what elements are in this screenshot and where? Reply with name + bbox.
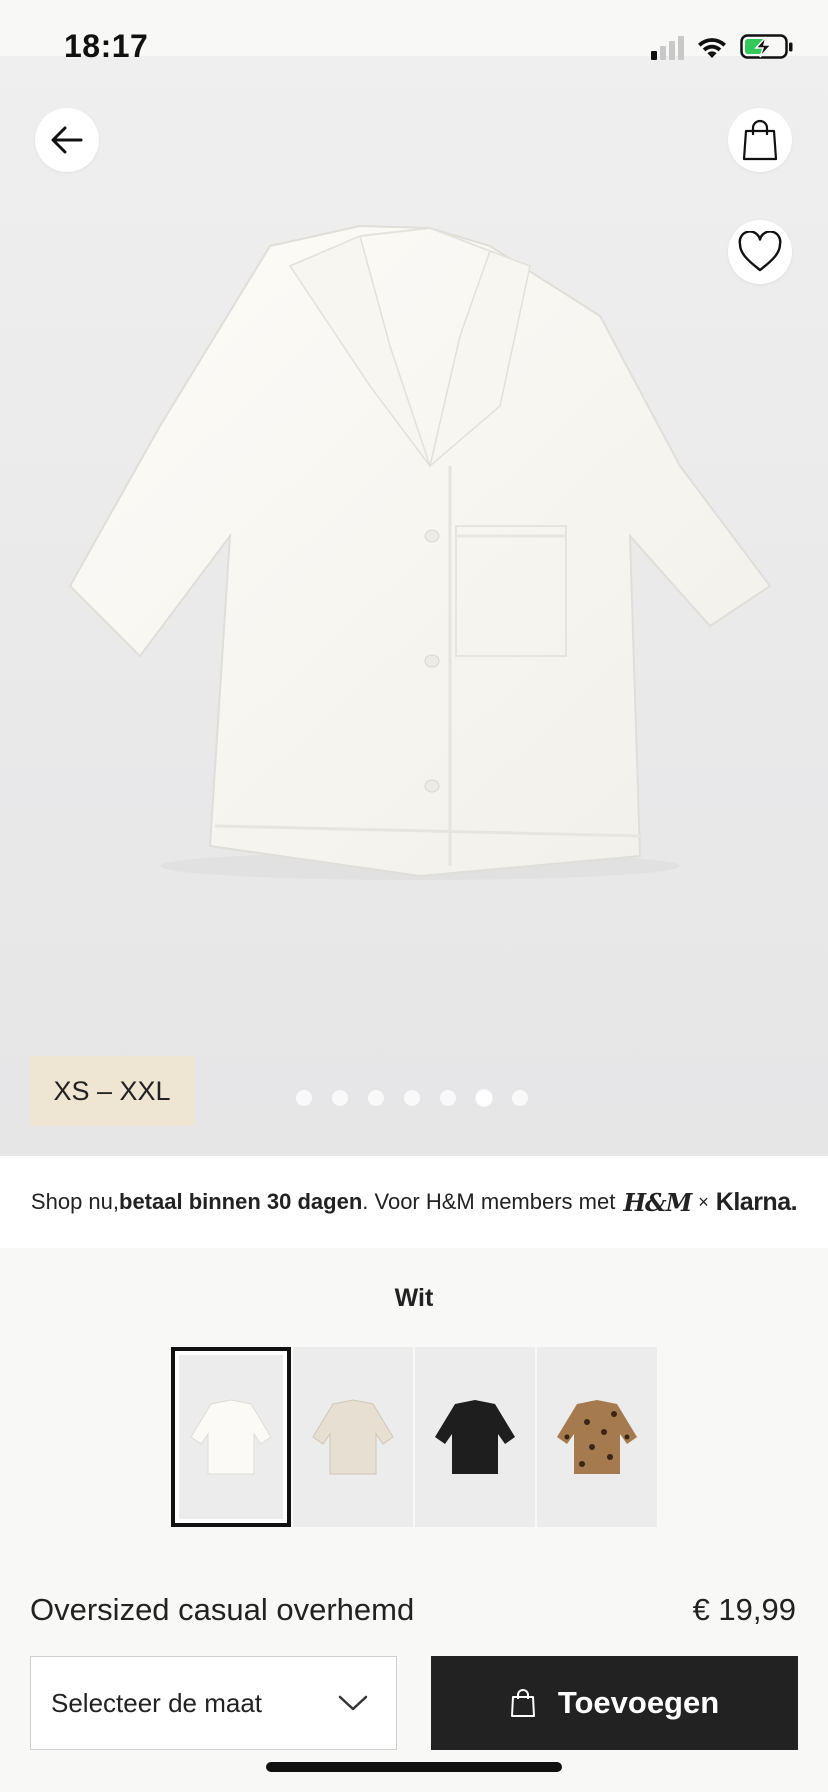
shopping-bag-icon: [510, 1689, 535, 1717]
selected-color-name: Wit: [394, 1284, 434, 1312]
size-select-dropdown[interactable]: Selecteer de maat: [30, 1656, 397, 1750]
status-time: 18:17: [64, 28, 149, 64]
carousel-dot-active[interactable]: [476, 1090, 492, 1106]
product-name: Oversized casual overhemd: [30, 1592, 415, 1627]
chevron-down-icon: [338, 1695, 368, 1711]
promo-bold: betaal binnen 30 dagen: [119, 1189, 363, 1214]
carousel-indicator[interactable]: [296, 1090, 528, 1106]
color-swatch-black[interactable]: [415, 1347, 535, 1527]
carousel-dot[interactable]: [404, 1090, 420, 1106]
shopping-bag-button[interactable]: [728, 108, 792, 172]
color-swatch-beige[interactable]: [293, 1347, 413, 1527]
battery-charging-icon: [740, 34, 793, 59]
promo-times: ×: [698, 1191, 709, 1212]
size-range-badge: XS – XXL: [30, 1056, 194, 1126]
product-image-gallery[interactable]: XS – XXL: [0, 56, 828, 1156]
klarna-logo: Klarna.: [715, 1187, 798, 1216]
wifi-icon: [698, 38, 726, 58]
carousel-dot[interactable]: [332, 1090, 348, 1106]
color-swatches: [171, 1347, 657, 1527]
status-icons: [651, 34, 794, 60]
home-indicator[interactable]: [266, 1762, 562, 1772]
hm-logo: H&M: [623, 1187, 692, 1217]
add-to-bag-label: Toevoegen: [557, 1685, 720, 1720]
carousel-dot[interactable]: [296, 1090, 312, 1106]
carousel-dot[interactable]: [440, 1090, 456, 1106]
promo-lead: Shop nu,: [30, 1189, 119, 1214]
status-bar: 18:17: [0, 0, 828, 64]
arrow-left-icon: [51, 126, 83, 154]
color-swatch-leopard[interactable]: [537, 1347, 657, 1527]
color-swatch-white[interactable]: [171, 1347, 291, 1527]
product-photo: [60, 206, 780, 926]
klarna-promo-banner[interactable]: Shop nu, betaal binnen 30 dagen. Voor H&…: [0, 1156, 828, 1248]
back-button[interactable]: [35, 108, 99, 172]
cellular-signal-icon: [651, 36, 684, 60]
size-select-label: Selecteer de maat: [51, 1687, 263, 1718]
product-price: € 19,99: [692, 1592, 796, 1627]
promo-tail: . Voor H&M members met: [362, 1189, 616, 1214]
carousel-dot[interactable]: [368, 1090, 384, 1106]
carousel-dot[interactable]: [512, 1090, 528, 1106]
shopping-bag-icon: [742, 119, 778, 161]
add-to-bag-button[interactable]: Toevoegen: [431, 1656, 798, 1750]
